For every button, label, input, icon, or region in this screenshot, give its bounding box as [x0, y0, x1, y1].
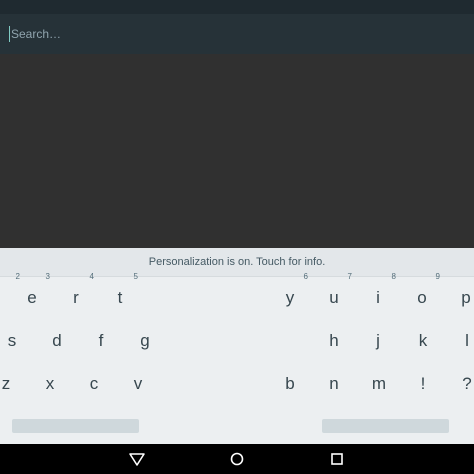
key-hint: 6	[303, 272, 308, 281]
key-hint: 8	[391, 272, 396, 281]
key-hint: 9	[435, 272, 440, 281]
key-c[interactable]: c	[74, 366, 114, 402]
key-g[interactable]: g	[125, 323, 165, 359]
key-label: i	[376, 288, 380, 307]
key-b[interactable]: b	[270, 366, 310, 402]
key-n[interactable]: n	[314, 366, 354, 402]
key-y[interactable]: 6 y	[270, 272, 310, 316]
navigation-bar	[0, 444, 474, 474]
search-bar	[0, 14, 474, 54]
key-label: o	[417, 288, 427, 307]
key-hint: 4	[89, 272, 94, 281]
search-input[interactable]	[8, 24, 451, 44]
key-label: u	[329, 288, 339, 307]
key-d[interactable]: d	[37, 323, 77, 359]
key-e[interactable]: 3 e	[12, 272, 52, 316]
key-k[interactable]: k	[403, 323, 443, 359]
key-label: t	[117, 288, 123, 307]
back-triangle-icon	[129, 453, 145, 466]
key-i[interactable]: 8 i	[358, 272, 398, 316]
key-x[interactable]: x	[30, 366, 70, 402]
text-cursor	[9, 26, 10, 42]
key-r[interactable]: 4 r	[56, 272, 96, 316]
personalization-notice[interactable]: Personalization is on. Touch for info.	[0, 248, 474, 277]
key-label: e	[27, 288, 37, 307]
key-o[interactable]: 9 o	[402, 272, 442, 316]
home-button[interactable]	[227, 450, 247, 468]
key-h[interactable]: h	[314, 323, 354, 359]
key-m[interactable]: m	[359, 366, 399, 402]
key-t[interactable]: 5 t	[100, 272, 140, 316]
results-area	[0, 54, 474, 248]
back-button[interactable]	[127, 450, 147, 468]
key-hint: 5	[133, 272, 138, 281]
recents-square-icon	[331, 453, 343, 465]
space-bar-right[interactable]	[322, 419, 449, 433]
key-hint: 7	[347, 272, 352, 281]
key-exclamation[interactable]: !	[403, 366, 443, 402]
key-hint: 3	[45, 272, 50, 281]
key-j[interactable]: j	[358, 323, 398, 359]
space-bar-left[interactable]	[12, 419, 139, 433]
status-bar	[0, 0, 474, 14]
key-v[interactable]: v	[118, 366, 158, 402]
key-s[interactable]: s	[0, 323, 32, 359]
key-label: r	[73, 288, 79, 307]
key-l[interactable]: l	[447, 323, 474, 359]
key-question[interactable]: ?	[447, 366, 474, 402]
key-z[interactable]: z	[0, 366, 26, 402]
home-circle-icon	[230, 452, 244, 466]
key-f[interactable]: f	[81, 323, 121, 359]
split-keyboard: Personalization is on. Touch for info. 2…	[0, 248, 474, 444]
key-label: y	[285, 288, 295, 307]
recents-button[interactable]	[327, 450, 347, 468]
key-label: p	[461, 288, 471, 307]
key-p[interactable]: 0 p	[446, 280, 474, 316]
key-u[interactable]: 7 u	[314, 272, 354, 316]
